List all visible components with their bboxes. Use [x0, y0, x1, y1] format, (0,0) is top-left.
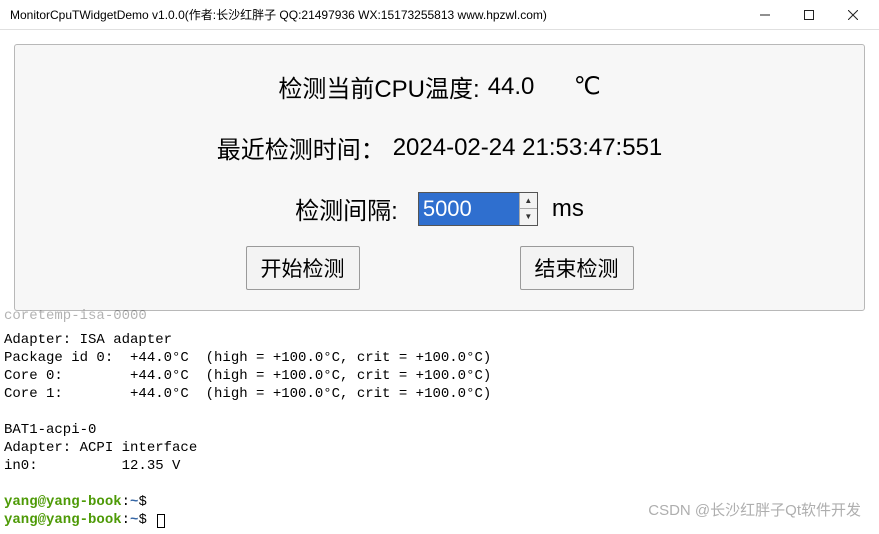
temperature-label: 检测当前CPU温度: [278, 69, 479, 104]
button-row: 开始检测 结束检测 [39, 246, 840, 290]
close-icon [848, 10, 858, 20]
maximize-icon [804, 10, 814, 20]
prompt-user: yang@yang-book [4, 512, 122, 528]
terminal-output: coretemp-isa-0000 Adapter: ISA adapter P… [0, 311, 879, 529]
window-controls [743, 1, 875, 29]
time-row: 最近检测时间： 2024-02-24 21:53:47:551 [39, 130, 840, 165]
temperature-value: 44.0 [488, 73, 542, 101]
minimize-icon [760, 10, 770, 20]
stop-button[interactable]: 结束检测 [520, 246, 634, 290]
cursor-icon [157, 514, 165, 528]
watermark: CSDN @长沙红胖子Qt软件开发 [648, 499, 861, 520]
terminal-line: Adapter: ISA adapter [4, 332, 172, 348]
spin-up-button[interactable]: ▲ [520, 193, 537, 210]
spin-buttons: ▲ ▼ [519, 193, 537, 225]
interval-input[interactable] [419, 193, 519, 225]
terminal-line: BAT1-acpi-0 [4, 422, 96, 438]
start-button[interactable]: 开始检测 [246, 246, 360, 290]
prompt-sep: : [122, 494, 130, 510]
titlebar: MonitorCpuTWidgetDemo v1.0.0(作者:长沙红胖子 QQ… [0, 0, 879, 30]
time-value: 2024-02-24 21:53:47:551 [393, 134, 663, 162]
interval-spinbox[interactable]: ▲ ▼ [418, 192, 538, 226]
interval-label: 检测间隔: [295, 191, 398, 226]
terminal-line: Core 0: +44.0°C (high = +100.0°C, crit =… [4, 368, 491, 384]
prompt-char: $ [138, 494, 146, 510]
terminal-line: in0: 12.35 V [4, 458, 180, 474]
maximize-button[interactable] [787, 1, 831, 29]
app-window: MonitorCpuTWidgetDemo v1.0.0(作者:长沙红胖子 QQ… [0, 0, 879, 534]
time-label: 最近检测时间： [217, 130, 385, 165]
close-button[interactable] [831, 1, 875, 29]
prompt-sep: : [122, 512, 130, 528]
temperature-row: 检测当前CPU温度: 44.0 ℃ [39, 69, 840, 104]
interval-row: 检测间隔: ▲ ▼ ms [39, 191, 840, 226]
main-panel: 检测当前CPU温度: 44.0 ℃ 最近检测时间： 2024-02-24 21:… [14, 44, 865, 311]
terminal-line: Core 1: +44.0°C (high = +100.0°C, crit =… [4, 386, 491, 402]
prompt-char: $ [138, 512, 146, 528]
prompt-user: yang@yang-book [4, 494, 122, 510]
spin-down-button[interactable]: ▼ [520, 209, 537, 225]
terminal-line: Package id 0: +44.0°C (high = +100.0°C, … [4, 350, 491, 366]
interval-unit: ms [552, 195, 584, 223]
minimize-button[interactable] [743, 1, 787, 29]
terminal-line: Adapter: ACPI interface [4, 440, 197, 456]
window-title: MonitorCpuTWidgetDemo v1.0.0(作者:长沙红胖子 QQ… [10, 6, 743, 23]
terminal-line: coretemp-isa-0000 [4, 308, 147, 324]
temperature-unit: ℃ [574, 72, 601, 101]
